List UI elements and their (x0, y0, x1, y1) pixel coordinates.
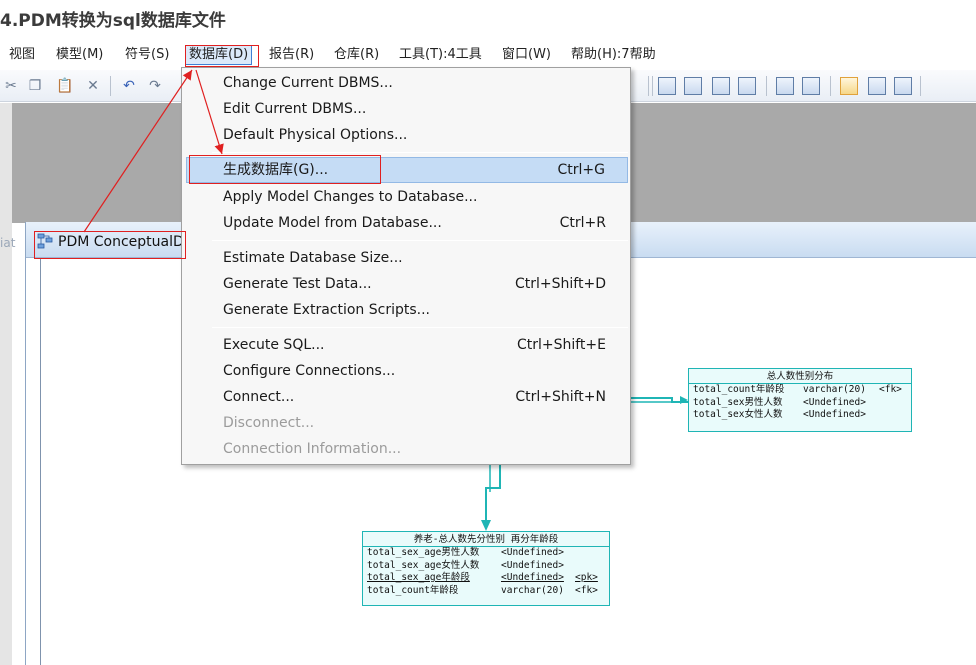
annotation-arrows (83, 69, 224, 233)
